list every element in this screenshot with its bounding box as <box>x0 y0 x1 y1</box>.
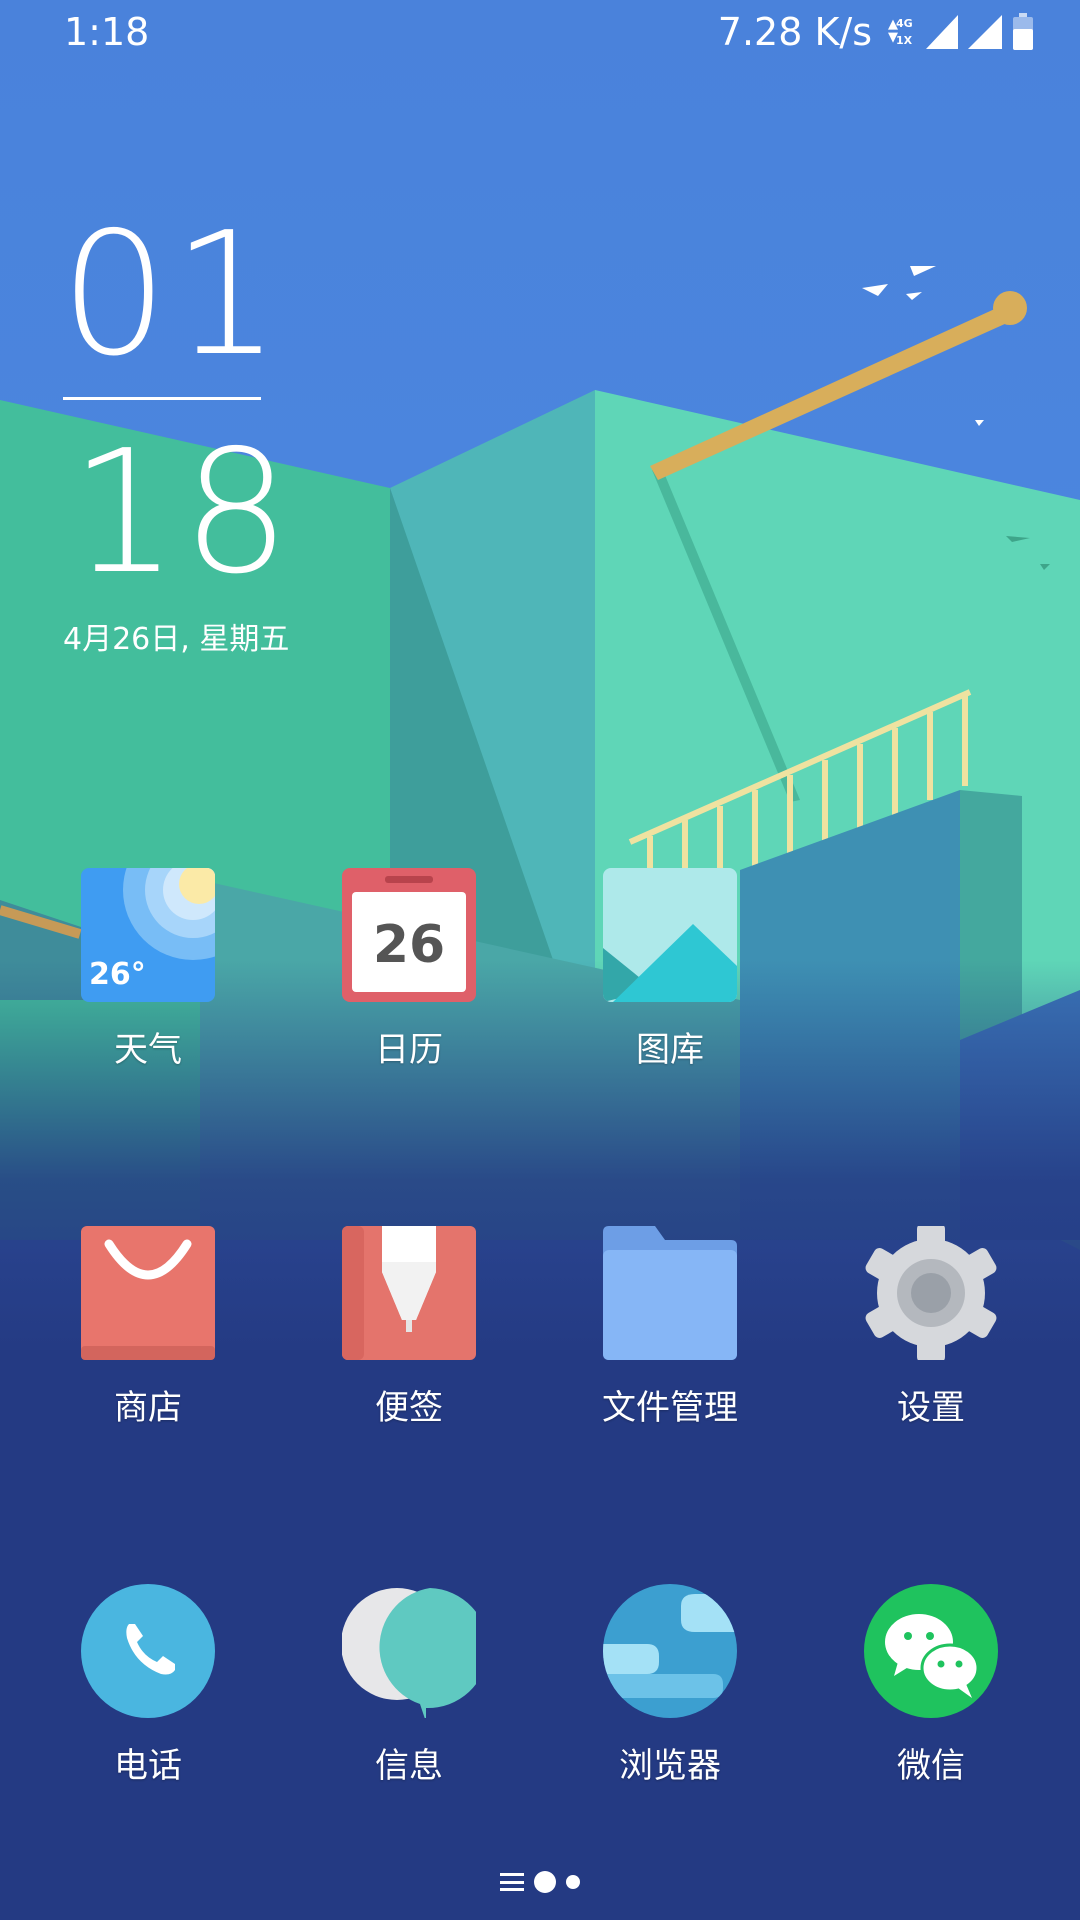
app-files[interactable]: 文件管理 <box>570 1226 770 1456</box>
dock-wechat[interactable]: 微信 <box>831 1584 1031 1814</box>
app-store[interactable]: 商店 <box>48 1226 248 1456</box>
wechat-icon <box>864 1584 998 1718</box>
gallery-icon <box>603 868 737 1002</box>
page-dot[interactable] <box>566 1875 580 1889</box>
app-label: 天气 <box>114 1030 182 1070</box>
app-notes[interactable]: 便签 <box>309 1226 509 1456</box>
battery-icon <box>1013 13 1033 50</box>
clock-hour[interactable]: 01 <box>60 210 284 380</box>
notes-pen-icon <box>342 1226 476 1360</box>
clock-date[interactable]: 4月26日, 星期五 <box>63 614 289 658</box>
network-type-top: 4G <box>896 17 913 30</box>
app-label: 微信 <box>897 1746 965 1786</box>
browser-icon <box>603 1584 737 1718</box>
app-label: 商店 <box>114 1388 182 1428</box>
dock-messages[interactable]: 信息 <box>309 1584 509 1814</box>
signal-2-icon <box>968 15 1002 49</box>
app-label: 便签 <box>375 1388 443 1428</box>
page-indicator[interactable] <box>0 1862 1080 1902</box>
signal-1-icon <box>926 15 958 49</box>
clock-divider <box>63 397 261 400</box>
app-calendar[interactable]: 26 日历 <box>309 868 509 1098</box>
app-label: 电话 <box>114 1746 182 1786</box>
app-label: 浏览器 <box>619 1746 721 1786</box>
dock-browser[interactable]: 浏览器 <box>570 1584 770 1814</box>
app-drawer-menu-icon[interactable] <box>500 1873 524 1891</box>
app-label: 信息 <box>375 1746 443 1786</box>
calendar-day: 26 <box>373 915 445 975</box>
gear-icon <box>865 1226 997 1360</box>
clock-minute[interactable]: 18 <box>70 428 294 598</box>
status-time: 1:18 <box>64 10 150 54</box>
dock-phone[interactable]: 电话 <box>48 1584 248 1814</box>
shopping-bag-icon <box>81 1226 215 1360</box>
app-weather[interactable]: 26° 天气 <box>48 868 248 1098</box>
network-speed: 7.28 K/s <box>717 10 872 54</box>
status-icons: 7.28 K/s ▲ ▼ 4G 1X <box>718 10 1034 54</box>
folder-icon <box>603 1226 737 1360</box>
calendar-icon: 26 <box>342 868 476 1002</box>
app-label: 图库 <box>636 1030 704 1070</box>
network-type-icon: ▲ ▼ 4G 1X <box>888 12 916 52</box>
app-label: 设置 <box>897 1388 965 1428</box>
app-settings[interactable]: 设置 <box>831 1226 1031 1456</box>
weather-temp: 26° <box>89 957 146 992</box>
status-bar: 1:18 7.28 K/s ▲ ▼ 4G 1X <box>0 0 1080 66</box>
app-label: 日历 <box>375 1030 443 1070</box>
weather-icon: 26° <box>81 868 215 1002</box>
app-gallery[interactable]: 图库 <box>570 868 770 1098</box>
message-bubble-icon <box>342 1588 476 1718</box>
phone-icon <box>81 1584 215 1718</box>
network-type-bottom: 1X <box>896 34 913 47</box>
page-dot-current[interactable] <box>534 1871 556 1893</box>
app-label: 文件管理 <box>602 1388 738 1428</box>
